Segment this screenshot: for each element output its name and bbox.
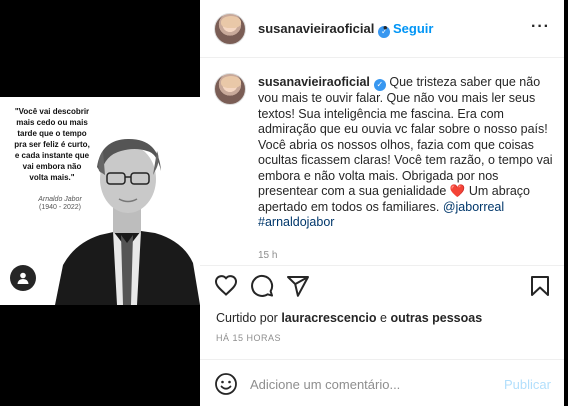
heart-icon[interactable]	[214, 274, 238, 298]
post-image[interactable]: "Você vai descobrir mais cedo ou mais ta…	[0, 97, 200, 305]
user-tag-icon	[17, 272, 29, 284]
action-bar	[200, 266, 564, 306]
user-tag-button[interactable]	[10, 265, 36, 291]
comment-input[interactable]	[250, 374, 490, 394]
hashtag-link[interactable]: #arnaldojabor	[258, 215, 334, 229]
portrait-photo	[55, 139, 200, 305]
share-icon[interactable]	[286, 274, 310, 298]
caption-area: susanavieiraoficial ✓ Que tristeza saber …	[200, 59, 564, 266]
follow-button[interactable]: Seguir	[393, 21, 433, 36]
verified-badge-icon: ✓	[373, 79, 386, 91]
caption-body: Que tristeza saber que não vou mais te o…	[258, 75, 553, 198]
caption-username[interactable]: susanavieiraoficial	[258, 75, 370, 89]
comment-icon[interactable]	[250, 274, 274, 298]
likes-middle: e	[380, 311, 387, 325]
likes-others-link[interactable]: outras pessoas	[390, 311, 482, 325]
mention-link[interactable]: @jaborreal	[443, 200, 504, 214]
emoji-icon[interactable]	[214, 372, 238, 396]
post-header: susanavieiraoficial ✓ • Seguir ···	[200, 0, 564, 58]
likes-user-link[interactable]: lauracrescencio	[281, 311, 376, 325]
caption-text: susanavieiraoficial ✓ Que tristeza saber …	[258, 75, 554, 231]
avatar[interactable]	[214, 73, 246, 105]
username-text[interactable]: susanavieiraoficial	[258, 21, 374, 36]
post-time[interactable]: HÁ 15 HORAS	[216, 333, 281, 343]
post-details-panel: susanavieiraoficial ✓ • Seguir ··· susana…	[200, 0, 564, 406]
likes-summary: Curtido por lauracrescencio e outras pes…	[216, 311, 482, 325]
likes-prefix: Curtido por	[216, 311, 278, 325]
header-username[interactable]: susanavieiraoficial ✓	[258, 21, 391, 38]
more-options-icon[interactable]: ···	[531, 18, 550, 36]
separator-dot: •	[383, 20, 388, 35]
bookmark-icon[interactable]	[528, 274, 552, 298]
comment-bar: Publicar	[200, 359, 564, 406]
publish-button[interactable]: Publicar	[504, 377, 551, 392]
heart-emoji: ❤️	[449, 184, 466, 198]
avatar[interactable]	[214, 13, 246, 45]
window-edge	[564, 0, 568, 406]
caption-timestamp: 15 h	[258, 250, 278, 261]
post-media-panel: "Você vai descobrir mais cedo ou mais ta…	[0, 0, 200, 406]
quote-line: "Você vai descobrir	[14, 107, 90, 116]
